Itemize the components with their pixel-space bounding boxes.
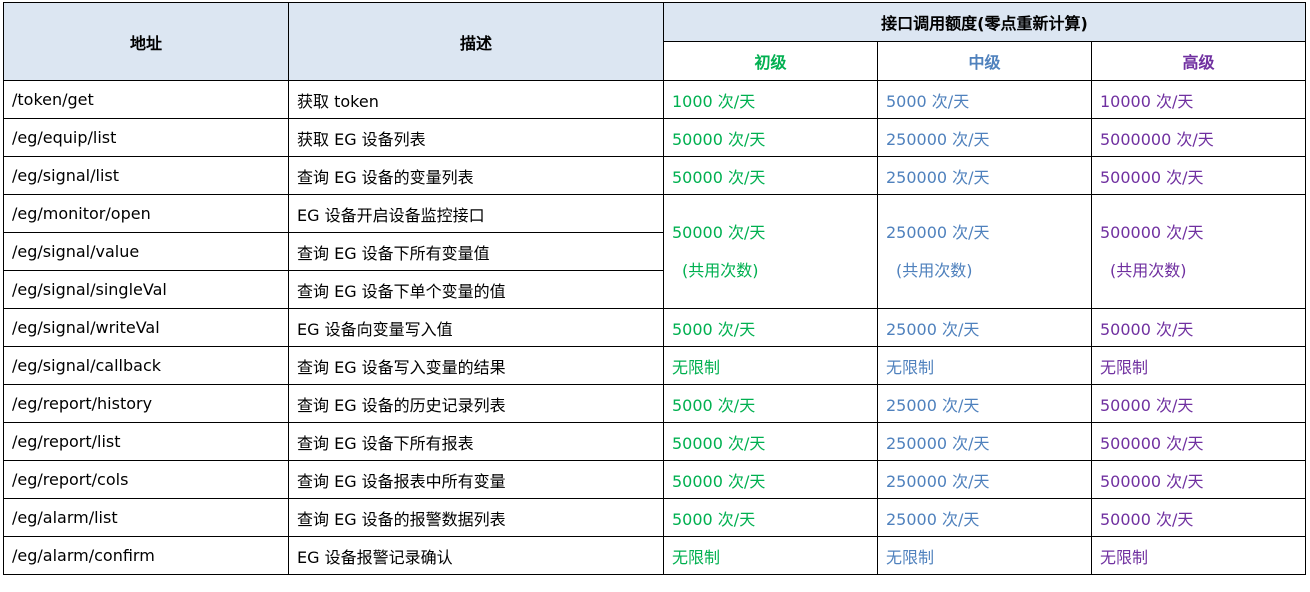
header-level-basic: 初级 [663, 41, 878, 81]
shared-quota-mid-cell: 250000 次/天 (共用次数) [877, 194, 1092, 309]
quota-basic-cell: 无限制 [663, 346, 878, 385]
address-cell: /eg/signal/singleVal [3, 270, 289, 309]
quota-basic-cell: 50000 次/天 [663, 156, 878, 195]
shared-quota-basic-cell: 50000 次/天 (共用次数) [663, 194, 878, 309]
shared-note: (共用次数) [896, 260, 973, 280]
shared-quota-mid-value: 250000 次/天 [886, 222, 990, 242]
table-row: /eg/signal/list 查询 EG 设备的变量列表 50000 次/天 … [3, 156, 1306, 195]
shared-note: (共用次数) [1110, 260, 1187, 280]
shared-quota-high-cell: 500000 次/天 (共用次数) [1091, 194, 1306, 309]
quota-high-cell: 无限制 [1091, 536, 1306, 575]
shared-quota-basic-value: 50000 次/天 [672, 222, 766, 242]
address-cell: /eg/equip/list [3, 118, 289, 157]
quota-basic-cell: 50000 次/天 [663, 460, 878, 499]
address-cell: /eg/monitor/open [3, 194, 289, 233]
quota-high-cell: 50000 次/天 [1091, 498, 1306, 537]
quota-high-cell: 50000 次/天 [1091, 308, 1306, 347]
quota-basic-cell: 50000 次/天 [663, 422, 878, 461]
quota-high-cell: 10000 次/天 [1091, 80, 1306, 119]
api-quota-table: 地址 描述 接口调用额度(零点重新计算) 初级 中级 高级 /token/get… [3, 2, 1306, 575]
address-cell: /eg/report/list [3, 422, 289, 461]
description-cell: 查询 EG 设备的报警数据列表 [288, 498, 664, 537]
quota-high-cell: 50000 次/天 [1091, 384, 1306, 423]
description-cell: 获取 token [288, 80, 664, 119]
quota-mid-cell: 25000 次/天 [877, 498, 1092, 537]
address-cell: /eg/signal/value [3, 232, 289, 271]
description-cell: 查询 EG 设备下所有报表 [288, 422, 664, 461]
quota-basic-cell: 无限制 [663, 536, 878, 575]
table-row: /eg/equip/list 获取 EG 设备列表 50000 次/天 2500… [3, 118, 1306, 157]
header-level-high: 高级 [1091, 41, 1306, 81]
header-row-1: 地址 描述 接口调用额度(零点重新计算) [3, 2, 1306, 81]
header-description: 描述 [288, 2, 664, 81]
table-row: /eg/signal/callback 查询 EG 设备写入变量的结果 无限制 … [3, 346, 1306, 385]
quota-mid-cell: 250000 次/天 [877, 460, 1092, 499]
quota-high-cell: 500000 次/天 [1091, 460, 1306, 499]
quota-mid-cell: 25000 次/天 [877, 308, 1092, 347]
quota-high-cell: 5000000 次/天 [1091, 118, 1306, 157]
quota-basic-cell: 50000 次/天 [663, 118, 878, 157]
quota-mid-cell: 5000 次/天 [877, 80, 1092, 119]
address-cell: /eg/report/cols [3, 460, 289, 499]
shared-quota-high-value: 500000 次/天 [1100, 222, 1204, 242]
description-cell: 查询 EG 设备下所有变量值 [288, 232, 664, 271]
header-quota: 接口调用额度(零点重新计算) [663, 2, 1306, 42]
description-cell: 查询 EG 设备的变量列表 [288, 156, 664, 195]
address-cell: /eg/alarm/list [3, 498, 289, 537]
address-cell: /eg/signal/writeVal [3, 308, 289, 347]
address-cell: /eg/alarm/confirm [3, 536, 289, 575]
description-cell: 查询 EG 设备写入变量的结果 [288, 346, 664, 385]
address-cell: /eg/signal/callback [3, 346, 289, 385]
table-row: /eg/report/cols 查询 EG 设备报表中所有变量 50000 次/… [3, 460, 1306, 499]
address-cell: /token/get [3, 80, 289, 119]
quota-basic-cell: 1000 次/天 [663, 80, 878, 119]
description-cell: 查询 EG 设备的历史记录列表 [288, 384, 664, 423]
quota-mid-cell: 25000 次/天 [877, 384, 1092, 423]
quota-mid-cell: 250000 次/天 [877, 118, 1092, 157]
quota-mid-cell: 无限制 [877, 536, 1092, 575]
quota-high-cell: 500000 次/天 [1091, 422, 1306, 461]
address-cell: /eg/report/history [3, 384, 289, 423]
quota-mid-cell: 无限制 [877, 346, 1092, 385]
header-level-mid: 中级 [877, 41, 1092, 81]
header-address: 地址 [3, 2, 289, 81]
table-row: /eg/monitor/open EG 设备开启设备监控接口 50000 次/天… [3, 194, 1306, 309]
quota-basic-cell: 5000 次/天 [663, 384, 878, 423]
quota-high-cell: 无限制 [1091, 346, 1306, 385]
description-cell: 查询 EG 设备报表中所有变量 [288, 460, 664, 499]
quota-basic-cell: 5000 次/天 [663, 498, 878, 537]
description-cell: EG 设备向变量写入值 [288, 308, 664, 347]
table-row: /eg/alarm/confirm EG 设备报警记录确认 无限制 无限制 无限… [3, 536, 1306, 575]
table-row: /eg/alarm/list 查询 EG 设备的报警数据列表 5000 次/天 … [3, 498, 1306, 537]
address-cell: /eg/signal/list [3, 156, 289, 195]
quota-mid-cell: 250000 次/天 [877, 422, 1092, 461]
description-cell: 查询 EG 设备下单个变量的值 [288, 270, 664, 309]
table-row: /token/get 获取 token 1000 次/天 5000 次/天 10… [3, 80, 1306, 119]
quota-mid-cell: 250000 次/天 [877, 156, 1092, 195]
description-cell: EG 设备报警记录确认 [288, 536, 664, 575]
quota-high-cell: 500000 次/天 [1091, 156, 1306, 195]
quota-basic-cell: 5000 次/天 [663, 308, 878, 347]
description-cell: 获取 EG 设备列表 [288, 118, 664, 157]
table-row: /eg/signal/writeVal EG 设备向变量写入值 5000 次/天… [3, 308, 1306, 347]
table-row: /eg/report/list 查询 EG 设备下所有报表 50000 次/天 … [3, 422, 1306, 461]
shared-note: (共用次数) [682, 260, 759, 280]
description-cell: EG 设备开启设备监控接口 [288, 194, 664, 233]
table-row: /eg/report/history 查询 EG 设备的历史记录列表 5000 … [3, 384, 1306, 423]
